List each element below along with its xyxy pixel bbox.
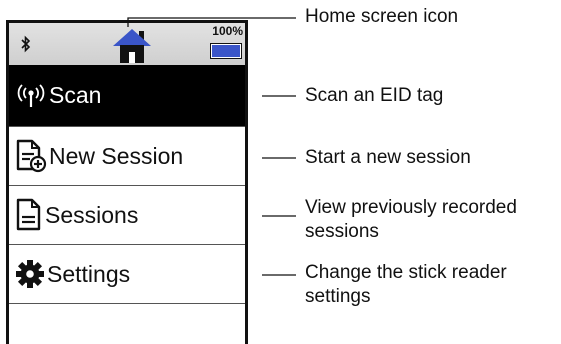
callout-settings-text-2: settings	[305, 286, 371, 307]
callout-lines	[127, 17, 296, 276]
callout-home-text: Home screen icon	[305, 6, 459, 27]
callout-line-home	[127, 17, 296, 27]
callout-settings-text-1: Change the stick reader	[305, 262, 507, 283]
callout-new-session-text: Start a new session	[305, 147, 471, 168]
callout-scan-text: Scan an EID tag	[305, 85, 444, 106]
callout-sessions-text-2: sessions	[305, 221, 379, 242]
callout-sessions-text-1: View previously recorded	[305, 197, 517, 218]
